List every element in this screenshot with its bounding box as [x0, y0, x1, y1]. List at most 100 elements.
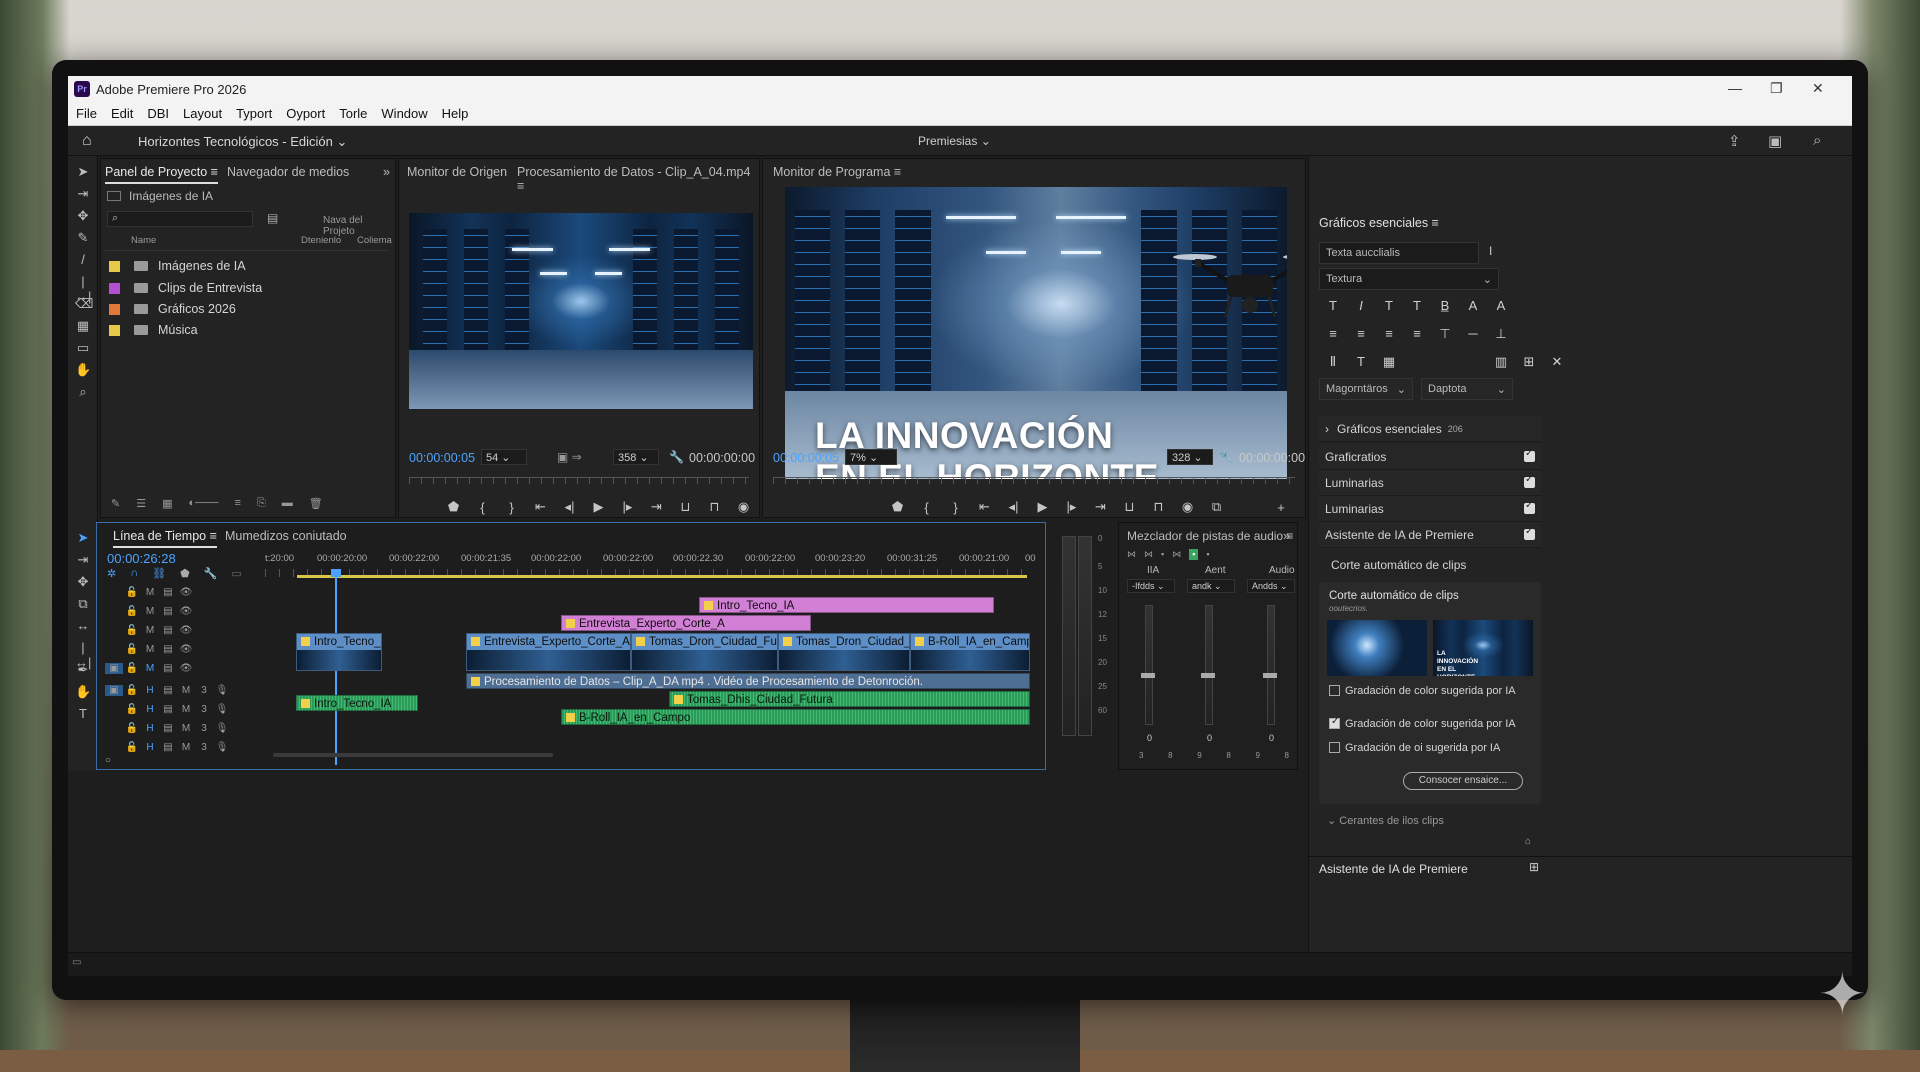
compare-icon[interactable]: ⧉ [1202, 499, 1231, 515]
mixer-icon[interactable]: ▪ [1161, 549, 1164, 560]
clear-icon[interactable]: ✕ [1543, 354, 1571, 370]
eraser-icon[interactable]: ⌫ [75, 296, 93, 312]
channel-input-select[interactable]: andk ⌄ [1187, 579, 1235, 593]
auto-cut-label[interactable]: Corte automático de clips [1331, 558, 1466, 572]
export-frame-icon[interactable]: ◉ [1173, 499, 1202, 515]
go-to-out-icon[interactable]: ⇥ [642, 499, 671, 515]
bold-icon[interactable]: T [1319, 298, 1347, 313]
leading-icon[interactable]: T [1347, 354, 1375, 370]
source-scrubber[interactable] [409, 477, 749, 489]
mixer-icon[interactable]: ⋈ [1172, 549, 1181, 560]
track-header-a4[interactable]: 🔓 H ▤ M 3 🎙 [97, 738, 265, 757]
ai-assistant-footer[interactable]: Asistente de IA de Premiere [1319, 862, 1468, 876]
mixer-icon[interactable]: ⋈ [1127, 549, 1136, 560]
icon-view-icon[interactable]: ▦ [162, 497, 172, 513]
new-bin-icon[interactable]: ▤ [267, 211, 278, 225]
program-scrubber[interactable] [773, 477, 1295, 489]
menu-torle[interactable]: Torle [339, 106, 367, 121]
ai-option-1[interactable]: Gradación de color sugerida por IA [1329, 684, 1535, 698]
hand-icon[interactable]: ✋ [75, 362, 91, 378]
channel-fader[interactable] [1201, 673, 1215, 678]
program-res-select[interactable]: 328 ⌄ [1167, 449, 1213, 465]
expand-panels-icon[interactable]: » [383, 165, 390, 179]
export-frame-icon[interactable]: ◉ [729, 499, 758, 515]
mask-icon[interactable]: ▥ [1487, 354, 1515, 370]
frame-icon[interactable]: ▦ [75, 318, 91, 334]
ai-assistant-checkbox[interactable] [1524, 526, 1535, 540]
home-icon[interactable]: ⌂ [82, 132, 92, 150]
source-timecode-in[interactable]: 00:00:00:05 [409, 451, 475, 465]
tab-source-clip[interactable]: Procesamiento de Datos - Clip_A_04.mp4 ≡ [517, 165, 759, 193]
column-coliema[interactable]: Coliema [357, 235, 392, 246]
tab-media-browser[interactable]: Navegador de medios [227, 165, 349, 179]
track-header-a1[interactable]: ▣ 🔓 H ▤ M 3 🎙 [97, 681, 265, 700]
list-view-icon[interactable]: ☰ [136, 497, 146, 513]
track-header-v4[interactable]: 🔓 M ▤ 👁 [97, 602, 265, 621]
underline-icon[interactable]: B̲ [1431, 298, 1459, 313]
tab-program-monitor[interactable]: Monitor de Programa ≡ [773, 165, 901, 179]
timeline-scrollbar[interactable] [273, 753, 553, 757]
marker-icon[interactable]: ⬟ [180, 567, 190, 580]
text-cursor-icon[interactable]: I [1489, 244, 1492, 258]
step-back-icon[interactable]: ◂| [555, 499, 584, 515]
tab-project-panel[interactable]: Panel de Proyecto ≡ [105, 165, 218, 184]
pen-tool-icon[interactable]: / [75, 252, 91, 267]
section-essential-graphics[interactable]: › Gráficos esenciales 206 [1319, 416, 1541, 442]
ai-thumb-1[interactable] [1327, 620, 1427, 676]
track-header-v2[interactable]: 🔓 M ▤ 👁 [97, 640, 265, 659]
channel-input-select[interactable]: Andds ⌄ [1247, 579, 1295, 593]
work-area-bar[interactable] [297, 575, 1027, 578]
source-video-frame[interactable] [409, 213, 753, 409]
selection-tool-icon[interactable]: ➤ [75, 530, 91, 546]
track-header-v5[interactable]: 🔓 M ▤ 👁 [97, 583, 265, 602]
search-icon[interactable]: ⌕ [1813, 132, 1821, 149]
expand-panels-icon[interactable]: » [1283, 529, 1290, 543]
minimize-icon[interactable]: — [1728, 80, 1742, 96]
menu-dbi[interactable]: DBI [147, 106, 169, 121]
option-checkbox[interactable] [1329, 716, 1340, 729]
graficratios-checkbox[interactable] [1524, 448, 1535, 462]
justify-icon[interactable]: ≡ [1403, 326, 1431, 342]
learn-more-button[interactable]: Consocer ensaice... [1403, 772, 1523, 790]
channel-fader[interactable] [1263, 673, 1277, 678]
align-right-icon[interactable]: ≡ [1375, 326, 1403, 342]
track-select-icon[interactable]: ⇥ [75, 186, 91, 202]
timeline-clip[interactable]: Intro_Tecno_IA [296, 633, 382, 671]
column-name[interactable]: Name [131, 235, 156, 246]
timeline-clip[interactable]: Entrevista_Experto_Corte_A [561, 615, 811, 631]
timeline-clip[interactable]: Procesamiento de Datos – Clip_A_DA mp4 .… [466, 673, 1030, 689]
source-res-select[interactable]: 358 ⌄ [613, 449, 659, 465]
mark-out-icon[interactable]: } [941, 500, 970, 515]
marker-icon[interactable]: ⬟ [439, 499, 468, 515]
lift-icon[interactable]: ⊔ [1115, 499, 1144, 515]
grid-icon[interactable]: ▦ [1375, 354, 1403, 370]
ai-assistant-row[interactable]: Asistente de IA de Premiere [1319, 522, 1541, 548]
timeline-clip[interactable]: Tomas_Dron_Ciudad_Futura [631, 633, 778, 671]
overwrite-icon[interactable]: ⊓ [700, 499, 729, 515]
go-to-in-icon[interactable]: ⇤ [970, 499, 999, 515]
add-shape-icon[interactable]: ⊞ [1515, 354, 1543, 370]
project-search-input[interactable]: ⌕ [107, 211, 253, 227]
project-name[interactable]: Horizontes Tecnológicos - Edición ⌄ [138, 134, 347, 150]
align-middle-icon[interactable]: ─ [1459, 326, 1487, 342]
workspace-switcher[interactable]: Premiesias ⌄ [918, 134, 991, 148]
style-select-left[interactable]: Magorntäros ⌄ [1319, 378, 1413, 400]
rectangle-icon[interactable]: ▭ [75, 340, 91, 356]
settings-icon[interactable]: ▣ ⇒ [557, 450, 582, 464]
wrench-icon[interactable]: 🔧 [1219, 450, 1234, 464]
menu-edit[interactable]: Edit [111, 106, 133, 121]
align-bottom-icon[interactable]: ⊥ [1487, 326, 1515, 342]
luminarias-row-2[interactable]: Luminarias [1319, 496, 1541, 522]
marker-icon[interactable]: ⬟ [883, 499, 912, 515]
track-select-icon[interactable]: ⇥ [75, 552, 91, 568]
luminarias-checkbox-2[interactable] [1524, 500, 1535, 514]
tab-source-monitor[interactable]: Monitor de Origen [407, 165, 507, 179]
play-icon[interactable]: ▶ [1028, 499, 1057, 515]
allcaps-icon[interactable]: T [1375, 298, 1403, 313]
ai-thumb-2[interactable]: LA INNOVACIÓN EN EL HORIZONTE [1433, 620, 1533, 676]
timeline-clip[interactable]: Intro_Tecno_IA [699, 597, 994, 613]
program-video-frame[interactable]: LA INNOVACIÓN EN EL HORIZONTE [785, 187, 1287, 479]
share-icon[interactable]: ⇪ [1728, 132, 1741, 150]
menu-help[interactable]: Help [442, 106, 469, 121]
mark-in-icon[interactable]: { [468, 500, 497, 515]
